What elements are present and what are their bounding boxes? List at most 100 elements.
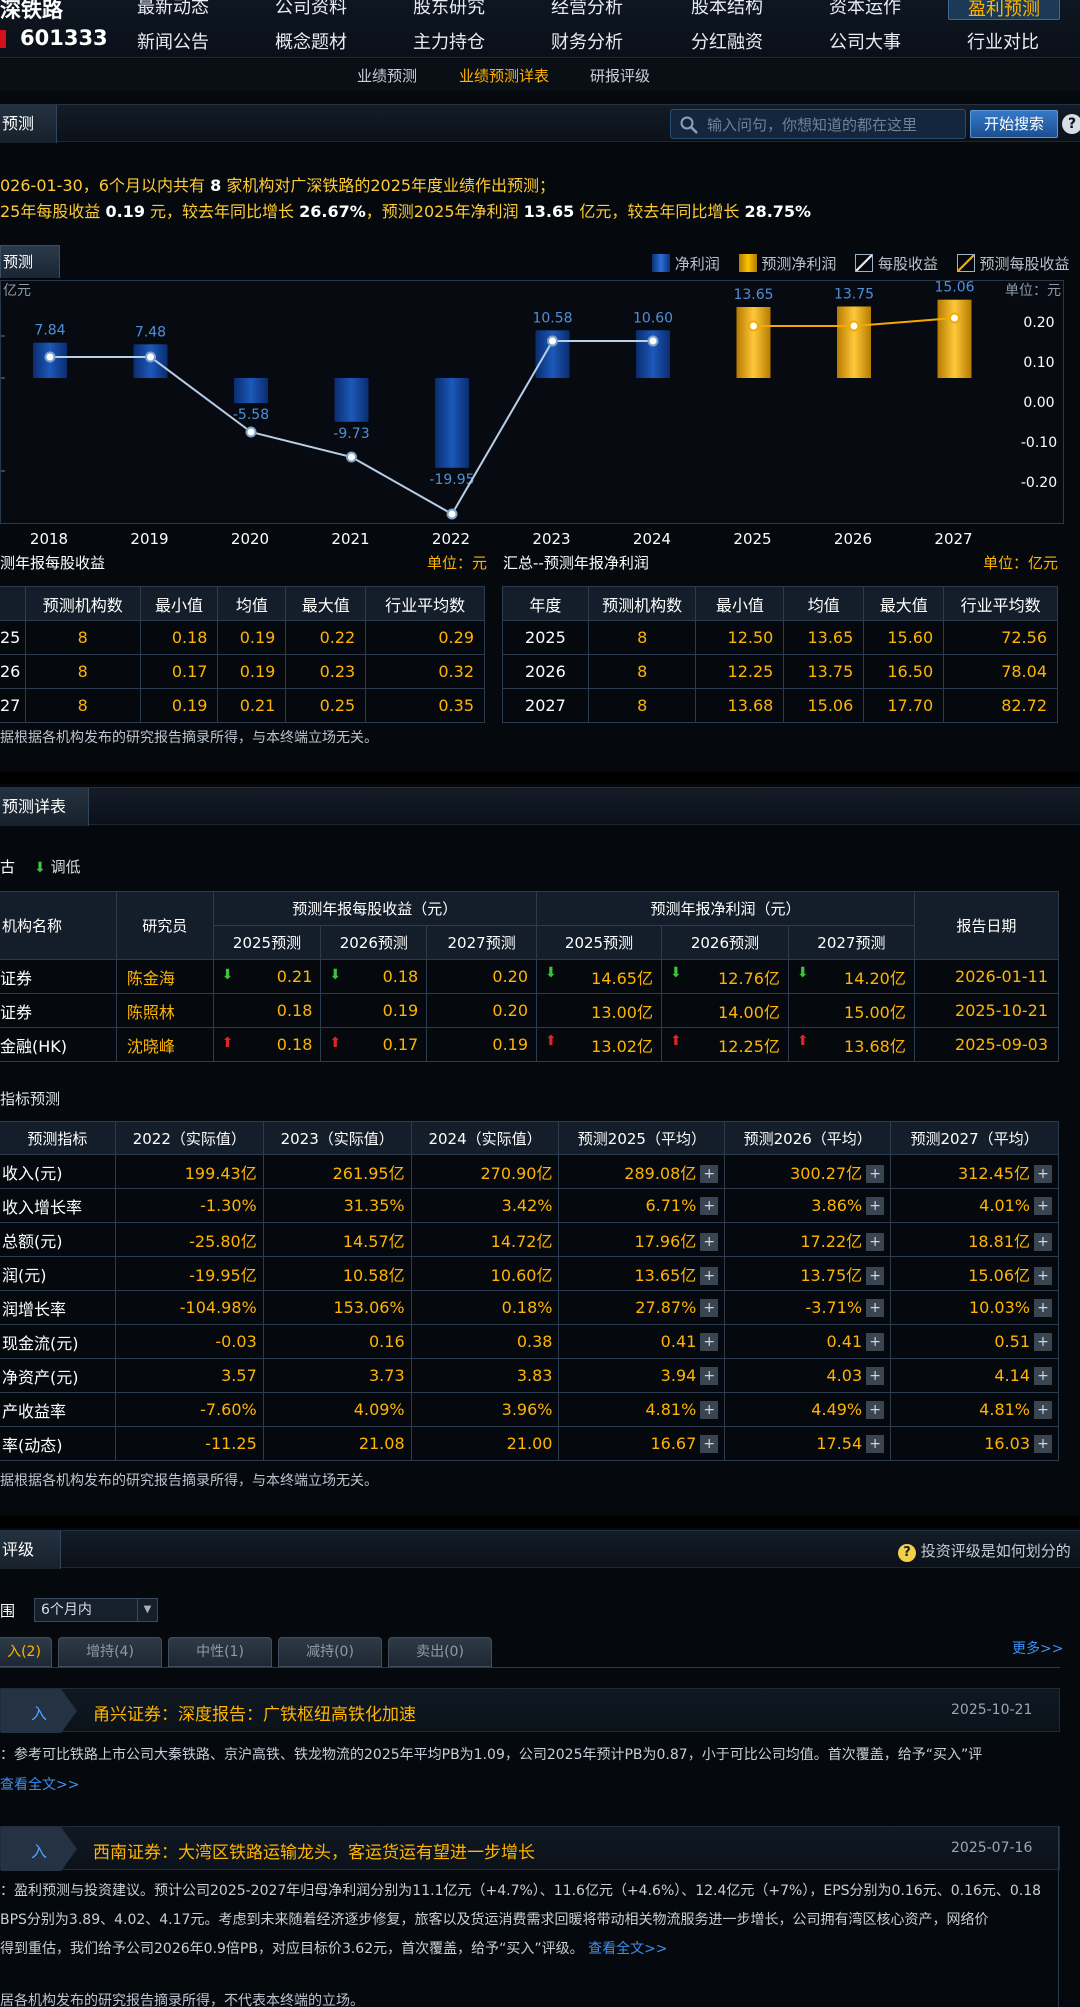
- expand-plus-icon[interactable]: +: [1034, 1299, 1052, 1318]
- expand-plus-icon[interactable]: +: [1034, 1267, 1052, 1285]
- expand-plus-icon[interactable]: +: [700, 1267, 719, 1285]
- cell: 16.03 +: [890, 1426, 1059, 1461]
- summary-line-2: 25年每股收益 0.19 元，较去年同比增长 26.67%，预测2025年净利润…: [0, 202, 812, 221]
- eps-summary-table: 预测机构数 最小值 均值 最大值 行业平均数 25 8 0.18 0.19 0.…: [0, 586, 485, 723]
- nav-item[interactable]: 公司资料: [242, 0, 380, 19]
- expand-plus-icon[interactable]: +: [700, 1299, 719, 1318]
- expand-plus-icon[interactable]: +: [866, 1267, 885, 1285]
- tab-underweight[interactable]: 减持(0): [278, 1637, 382, 1667]
- cell: 3.96%: [410, 1392, 560, 1427]
- subnav-rating[interactable]: 研报评级: [590, 65, 650, 86]
- nav-item[interactable]: 经营分析: [518, 0, 656, 19]
- read-more-link[interactable]: 查看全文>>: [588, 1941, 667, 1957]
- eps-point: [44, 351, 56, 363]
- nav-item[interactable]: 公司大事: [796, 28, 934, 54]
- cell-value: 17.54: [816, 1433, 863, 1453]
- read-more-link[interactable]: 查看全文>>: [0, 1770, 79, 1800]
- expand-plus-icon[interactable]: +: [700, 1197, 719, 1216]
- indicator-label: 现金流(元): [0, 1324, 116, 1359]
- search-icon: [680, 116, 698, 134]
- th: 行业平均数: [365, 586, 485, 621]
- nav-item[interactable]: 资本运作: [796, 0, 934, 19]
- analyst-link[interactable]: 陈金海: [115, 959, 214, 994]
- search-input[interactable]: 输入问句，你想知道的都在这里: [670, 109, 966, 139]
- cell: 14.20亿: [844, 968, 906, 988]
- subnav-forecast[interactable]: 业绩预测: [357, 65, 417, 86]
- expand-plus-icon[interactable]: +: [1034, 1165, 1052, 1183]
- help-icon[interactable]: ?: [1062, 114, 1080, 134]
- th: 2024（实际值）: [410, 1121, 560, 1155]
- cell: 2025: [502, 620, 589, 655]
- expand-plus-icon[interactable]: +: [1034, 1197, 1052, 1216]
- net-profit-bar: [234, 378, 268, 404]
- arrow-up-icon: ⬆: [796, 1032, 809, 1049]
- tab-overweight[interactable]: 增持(4): [58, 1637, 162, 1667]
- indicator-label: 净资产(元): [0, 1358, 116, 1393]
- expand-plus-icon[interactable]: +: [1034, 1401, 1052, 1420]
- nav-item[interactable]: 最新动态: [104, 0, 242, 19]
- expand-plus-icon[interactable]: +: [866, 1197, 885, 1216]
- expand-plus-icon[interactable]: +: [866, 1299, 885, 1318]
- expand-plus-icon[interactable]: +: [1034, 1367, 1052, 1386]
- cell: 261.95亿: [262, 1154, 412, 1189]
- analyst-link[interactable]: 沈晓峰: [115, 1027, 214, 1062]
- expand-plus-icon[interactable]: +: [700, 1333, 719, 1352]
- cell: -1.30%: [114, 1188, 264, 1223]
- nav-item[interactable]: 股本结构: [658, 0, 796, 19]
- search-button[interactable]: 开始搜索: [970, 110, 1058, 138]
- nav-item[interactable]: 行业对比: [934, 28, 1072, 54]
- cell: 0.19: [139, 688, 219, 723]
- rating-help[interactable]: ? 投资评级是如何划分的: [898, 1540, 1071, 1562]
- report-date: 2025-10-21: [951, 1702, 1033, 1718]
- nav-item-active[interactable]: 盈利预测: [948, 0, 1060, 20]
- cell: -11.25: [114, 1426, 264, 1461]
- th: 预测机构数: [24, 586, 141, 621]
- nav-item[interactable]: 概念题材: [242, 28, 380, 54]
- cell: 8: [24, 654, 141, 689]
- range-value: 6个月内: [41, 1602, 92, 1618]
- expand-plus-icon[interactable]: +: [866, 1165, 885, 1183]
- expand-plus-icon[interactable]: +: [866, 1367, 885, 1386]
- expand-plus-icon[interactable]: +: [866, 1435, 885, 1454]
- report-title[interactable]: 甬兴证券：深度报告：广铁枢纽高铁化加速: [93, 1700, 416, 1725]
- expand-plus-icon[interactable]: +: [1034, 1435, 1052, 1454]
- cell-value: 0.41: [826, 1331, 863, 1351]
- x-tick-label: 2023: [532, 530, 571, 548]
- tab-buy[interactable]: 入(2): [0, 1637, 52, 1667]
- more-link[interactable]: 更多>>: [1012, 1638, 1063, 1658]
- nav-item[interactable]: 新闻公告: [104, 28, 242, 54]
- arrow-down-icon: ⬇: [669, 964, 682, 981]
- th: 预测2025（平均）: [558, 1121, 726, 1155]
- expand-plus-icon[interactable]: +: [700, 1401, 719, 1420]
- expand-plus-icon[interactable]: +: [866, 1233, 885, 1251]
- expand-plus-icon[interactable]: +: [700, 1233, 719, 1251]
- x-tick-label: 2020: [230, 530, 270, 548]
- cell-value: 4.81%: [979, 1399, 1030, 1419]
- report-header[interactable]: 入 甬兴证券：深度报告：广铁枢纽高铁化加速 2025-10-21: [0, 1688, 1060, 1733]
- legend-down: 古 ⬇ 调低: [0, 858, 81, 876]
- bar-value-label: 15.06: [934, 281, 974, 296]
- expand-plus-icon[interactable]: +: [700, 1367, 719, 1386]
- expand-plus-icon[interactable]: +: [700, 1435, 719, 1454]
- nav-item[interactable]: 财务分析: [518, 28, 656, 54]
- th: 最小值: [695, 586, 785, 621]
- section-bar: 预测详表: [0, 787, 1080, 826]
- nav-item[interactable]: 主力持仓: [380, 28, 518, 54]
- report-header[interactable]: 入 西南证券：大湾区铁路运输龙头，客运货运有望进一步增长 2025-07-16: [0, 1826, 1060, 1871]
- expand-plus-icon[interactable]: +: [1034, 1333, 1052, 1352]
- analyst-link[interactable]: 陈照林: [115, 993, 214, 1028]
- tab-sell[interactable]: 卖出(0): [388, 1637, 492, 1667]
- expand-plus-icon[interactable]: +: [866, 1401, 885, 1420]
- cell-value: 16.03: [984, 1433, 1030, 1453]
- cell: 0.51 +: [890, 1324, 1059, 1359]
- report-title[interactable]: 西南证券：大湾区铁路运输龙头，客运货运有望进一步增长: [93, 1838, 535, 1863]
- expand-plus-icon[interactable]: +: [866, 1333, 885, 1352]
- nav-item[interactable]: 分红融资: [658, 28, 796, 54]
- subnav-forecast-detail[interactable]: 业绩预测详表: [459, 65, 549, 86]
- chart-tab[interactable]: 预测: [0, 245, 60, 278]
- range-select[interactable]: 6个月内 ▼: [34, 1598, 158, 1622]
- tab-neutral[interactable]: 中性(1): [168, 1637, 272, 1667]
- expand-plus-icon[interactable]: +: [1034, 1233, 1052, 1251]
- nav-item[interactable]: 股东研究: [380, 0, 518, 19]
- expand-plus-icon[interactable]: +: [700, 1165, 719, 1183]
